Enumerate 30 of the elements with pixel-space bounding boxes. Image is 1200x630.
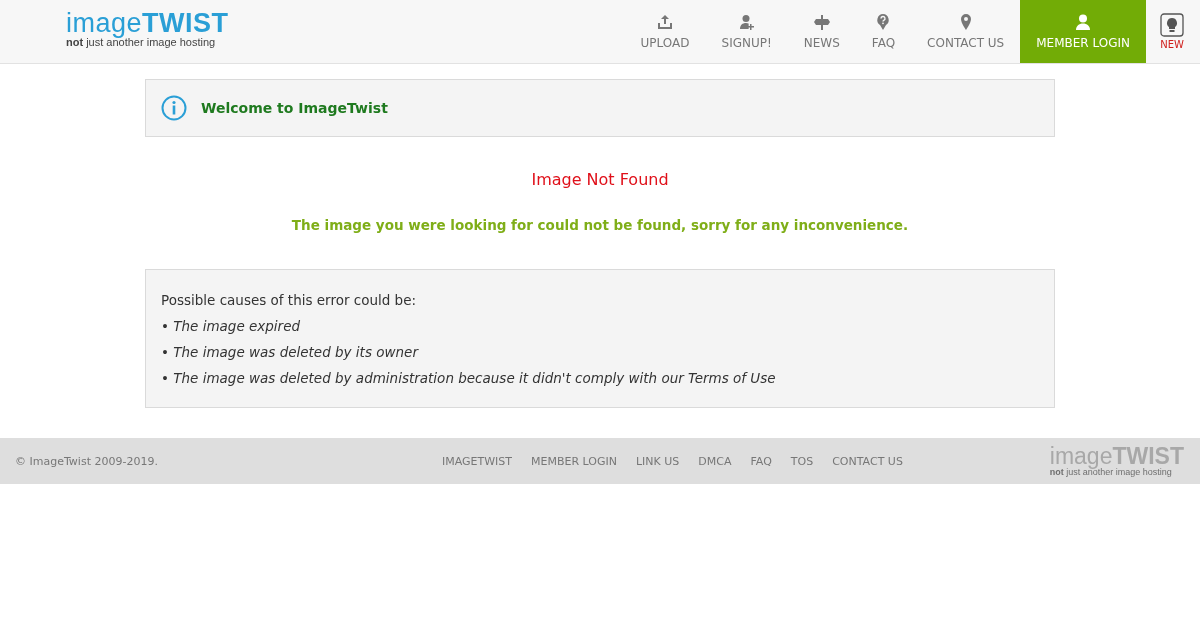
footer-link[interactable]: FAQ bbox=[750, 454, 772, 468]
question-icon bbox=[875, 13, 892, 30]
info-icon bbox=[161, 95, 187, 121]
nav-link[interactable]: MEMBER LOGIN bbox=[1020, 0, 1146, 63]
nav-link[interactable]: UPLOAD bbox=[624, 0, 706, 63]
error-message: The image you were looking for could not be found, sorry for any inconvenience. bbox=[290, 217, 910, 233]
nav-link[interactable]: CONTACT US bbox=[911, 0, 1021, 63]
user-icon bbox=[1075, 13, 1092, 30]
footer-link[interactable]: LINK US bbox=[635, 454, 680, 468]
footer-link[interactable]: IMAGETWIST bbox=[441, 454, 512, 468]
nav-link[interactable]: FAQ bbox=[855, 0, 912, 63]
cause-item: • The image was deleted by administration because it didn't comply with our Terms of Use bbox=[161, 369, 777, 388]
upload-icon bbox=[657, 13, 674, 30]
footer-link[interactable]: DMCA bbox=[698, 454, 732, 468]
cause-item: • The image was deleted by its owner bbox=[161, 343, 420, 362]
add-user-icon bbox=[738, 13, 755, 30]
nav-link[interactable]: NEWS bbox=[787, 0, 856, 63]
footer-link[interactable]: MEMBER LOGIN bbox=[531, 454, 617, 468]
nav-link[interactable]: SIGNUP! bbox=[705, 0, 788, 63]
causes-heading: Possible causes of this error could be: bbox=[161, 291, 418, 310]
signpost-icon bbox=[813, 13, 830, 30]
copyright-text: © ImageTwist 2009-2019. bbox=[15, 454, 159, 468]
lightbulb-icon bbox=[1160, 13, 1184, 37]
cause-item: • The image expired bbox=[161, 317, 302, 336]
welcome-text: Welcome to ImageTwist bbox=[201, 100, 388, 116]
footer-link[interactable]: TOS bbox=[790, 454, 814, 468]
footer-link[interactable]: CONTACT US bbox=[832, 454, 903, 468]
error-title: Image Not Found bbox=[530, 170, 670, 189]
new-features-link[interactable]: NEW bbox=[1146, 0, 1200, 63]
footer-tagline: not just another image hosting bbox=[1049, 467, 1173, 477]
